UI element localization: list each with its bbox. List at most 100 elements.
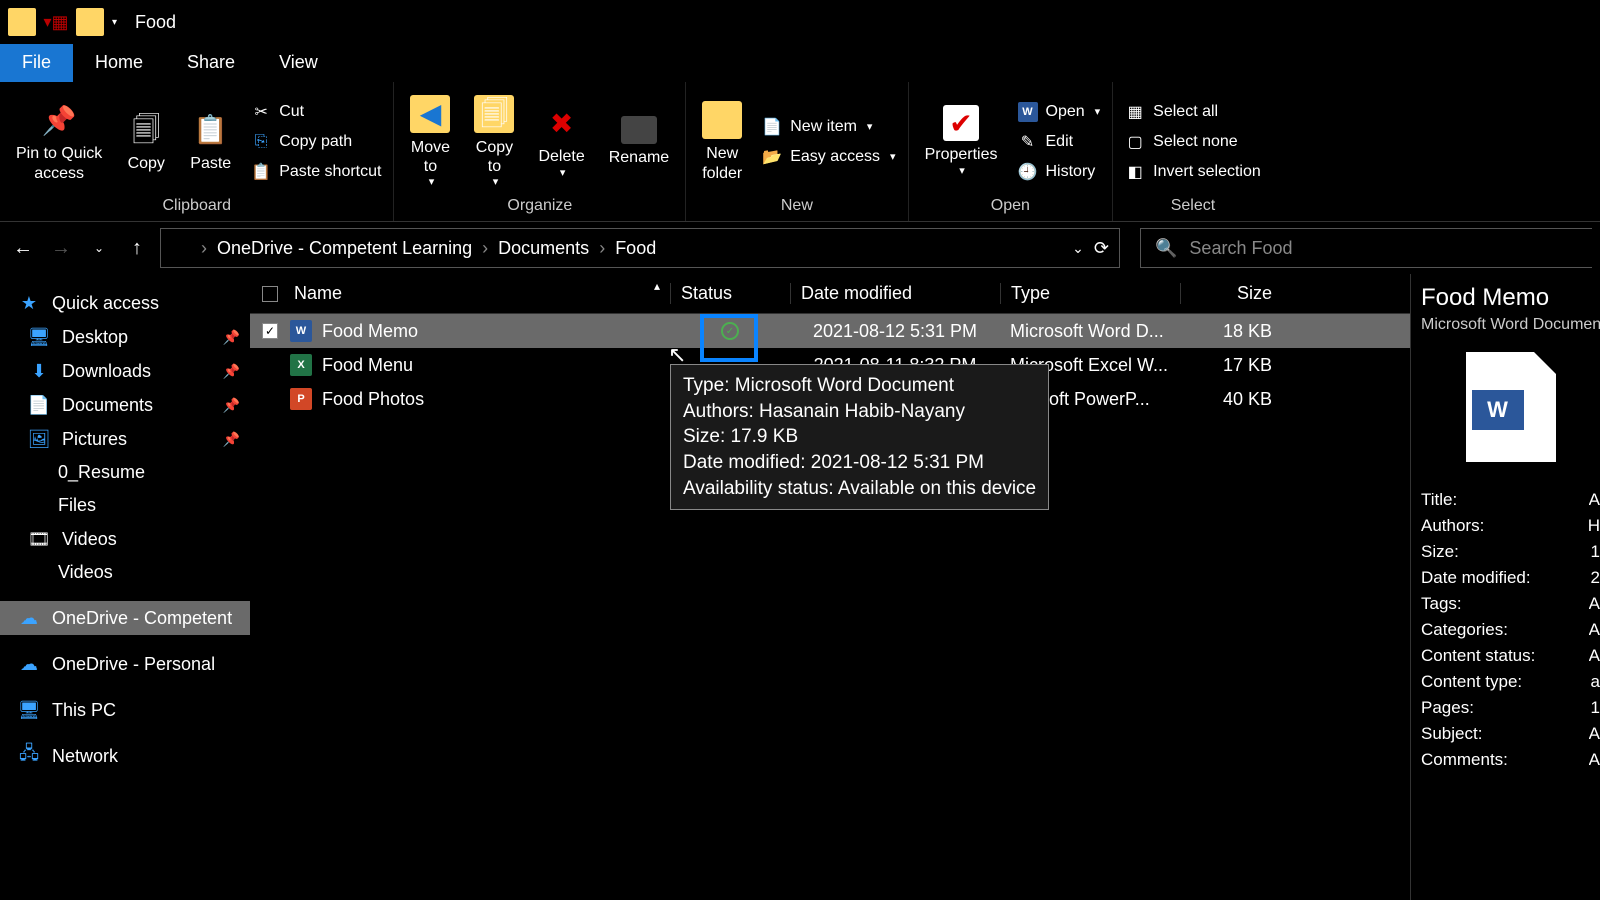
delete-button[interactable]: ✖ Delete▾	[528, 99, 594, 183]
move-to-button[interactable]: ◀ Move to▾	[400, 90, 460, 194]
sidebar-quick-access[interactable]: ★Quick access	[0, 286, 250, 320]
details-subtype: Microsoft Word Document	[1421, 316, 1600, 334]
rename-button[interactable]: Rename	[599, 112, 679, 171]
detail-prop: Content type:a	[1421, 672, 1600, 692]
ribbon-group-select: ▦Select all ▢Select none ◧Invert selecti…	[1113, 82, 1273, 221]
sidebar-videos-2[interactable]: Videos	[0, 556, 250, 589]
chevron-icon[interactable]: ›	[201, 238, 207, 259]
copy-to-button[interactable]: 🗐 Copy to▾	[464, 90, 524, 194]
detail-prop: Content status:A	[1421, 646, 1600, 666]
address-folder-icon	[171, 239, 191, 257]
qat-dropdown-icon[interactable]: ▾	[112, 17, 117, 28]
tab-file[interactable]: File	[0, 44, 73, 82]
star-icon: ★	[18, 292, 40, 314]
pictures-icon: 🖼	[28, 428, 50, 450]
detail-prop: Pages:1	[1421, 698, 1600, 718]
pin-to-quick-access-button[interactable]: 📌 Pin to Quick access	[6, 96, 112, 186]
select-none-icon: ▢	[1125, 132, 1145, 152]
forward-button[interactable]: →	[46, 233, 76, 263]
paste-shortcut-button[interactable]: 📋Paste shortcut	[245, 160, 387, 184]
ribbon-tabs: File Home Share View	[0, 44, 1600, 82]
folder-icon	[28, 565, 46, 581]
breadcrumb-food[interactable]: Food	[615, 238, 656, 259]
new-item-button[interactable]: 📄New item▾	[756, 115, 901, 139]
paste-button[interactable]: 📋 Paste	[180, 106, 241, 177]
pin-icon: 📌	[223, 363, 240, 380]
search-input[interactable]: 🔍 Search Food	[1140, 228, 1592, 268]
tab-home[interactable]: Home	[73, 44, 165, 82]
open-button[interactable]: WOpen▾	[1012, 100, 1107, 124]
file-name: Food Menu	[322, 355, 413, 376]
file-row[interactable]: ✓ WFood Memo ✓ 2021-08-12 5:31 PM Micros…	[250, 314, 1410, 348]
column-status[interactable]: Status	[670, 283, 790, 304]
row-checkbox[interactable]: ✓	[262, 323, 278, 339]
ribbon-group-new: New folder 📄New item▾ 📂Easy access▾ New	[686, 82, 908, 221]
copy-icon: 🗐	[126, 110, 166, 150]
sidebar-pictures[interactable]: 🖼Pictures📌	[0, 422, 250, 456]
easy-access-icon: 📂	[762, 147, 782, 167]
copy-path-button[interactable]: ⎘Copy path	[245, 130, 387, 154]
file-list: Name▴ Status Date modified Type Size ✓ W…	[250, 274, 1410, 900]
properties-icon: ✔	[943, 105, 979, 141]
select-all-icon: ▦	[1125, 102, 1145, 122]
sidebar-videos-1[interactable]: 🎞Videos	[0, 522, 250, 556]
up-button[interactable]: ↑	[122, 233, 152, 263]
file-size: 18 KB	[1180, 321, 1280, 342]
tooltip-line: Size: 17.9 KB	[683, 424, 1036, 450]
invert-selection-button[interactable]: ◧Invert selection	[1119, 160, 1267, 184]
breadcrumb-documents[interactable]: Documents	[498, 238, 589, 259]
tab-share[interactable]: Share	[165, 44, 257, 82]
properties-button[interactable]: ✔ Properties▾	[915, 101, 1008, 181]
recent-dropdown[interactable]: ⌄	[84, 233, 114, 263]
sidebar-resume[interactable]: 0_Resume	[0, 456, 250, 489]
header-checkbox[interactable]	[250, 286, 290, 302]
breadcrumb-onedrive[interactable]: OneDrive - Competent Learning	[217, 238, 472, 259]
select-none-button[interactable]: ▢Select none	[1119, 130, 1267, 154]
ribbon-group-clipboard: 📌 Pin to Quick access 🗐 Copy 📋 Paste ✂Cu…	[0, 82, 394, 221]
easy-access-button[interactable]: 📂Easy access▾	[756, 145, 901, 169]
scissors-icon: ✂	[251, 102, 271, 122]
pin-icon: 📌	[39, 100, 79, 140]
details-thumbnail: W	[1466, 352, 1556, 462]
column-date[interactable]: Date modified	[790, 283, 1000, 304]
cloud-icon: ☁	[18, 653, 40, 675]
sidebar-network[interactable]: 🖧Network	[0, 739, 250, 773]
new-item-icon: 📄	[762, 117, 782, 137]
title-bar: ▾▦ ▾ Food	[0, 0, 1600, 44]
sidebar-files[interactable]: Files	[0, 489, 250, 522]
qat-folder-icon[interactable]	[76, 8, 104, 36]
sidebar-this-pc[interactable]: 🖥This PC	[0, 693, 250, 727]
column-type[interactable]: Type	[1000, 283, 1180, 304]
chevron-icon[interactable]: ›	[482, 238, 488, 259]
sidebar-onedrive-competent[interactable]: ☁OneDrive - Competent	[0, 601, 250, 635]
detail-prop: Authors:H	[1421, 516, 1600, 536]
edit-button[interactable]: ✎Edit	[1012, 130, 1107, 154]
sidebar-onedrive-personal[interactable]: ☁OneDrive - Personal	[0, 647, 250, 681]
group-label-organize: Organize	[507, 197, 572, 217]
address-bar[interactable]: › OneDrive - Competent Learning › Docume…	[160, 228, 1120, 268]
copy-button[interactable]: 🗐 Copy	[116, 106, 176, 177]
copy-path-icon: ⎘	[251, 132, 271, 152]
column-size[interactable]: Size	[1180, 283, 1280, 304]
address-dropdown[interactable]: ⌄	[1072, 240, 1084, 257]
tab-view[interactable]: View	[257, 44, 340, 82]
move-to-icon: ◀	[410, 94, 450, 134]
refresh-button[interactable]: ⟳	[1094, 238, 1109, 259]
select-all-button[interactable]: ▦Select all	[1119, 100, 1267, 124]
pin-icon: 📌	[223, 431, 240, 448]
folder-icon	[28, 465, 46, 481]
qat-properties-icon[interactable]: ▾▦	[44, 10, 68, 34]
sidebar-downloads[interactable]: ⬇Downloads📌	[0, 354, 250, 388]
sidebar-documents[interactable]: 📄Documents📌	[0, 388, 250, 422]
new-folder-button[interactable]: New folder	[692, 96, 752, 186]
history-button[interactable]: 🕘History	[1012, 160, 1107, 184]
sidebar-desktop[interactable]: 🖥Desktop📌	[0, 320, 250, 354]
group-label-open: Open	[991, 197, 1030, 217]
chevron-icon[interactable]: ›	[599, 238, 605, 259]
back-button[interactable]: ←	[8, 233, 38, 263]
copy-label: Copy	[128, 154, 165, 173]
history-icon: 🕘	[1018, 162, 1038, 182]
column-name[interactable]: Name▴	[290, 283, 670, 304]
search-placeholder: Search Food	[1189, 238, 1292, 259]
cut-button[interactable]: ✂Cut	[245, 100, 387, 124]
